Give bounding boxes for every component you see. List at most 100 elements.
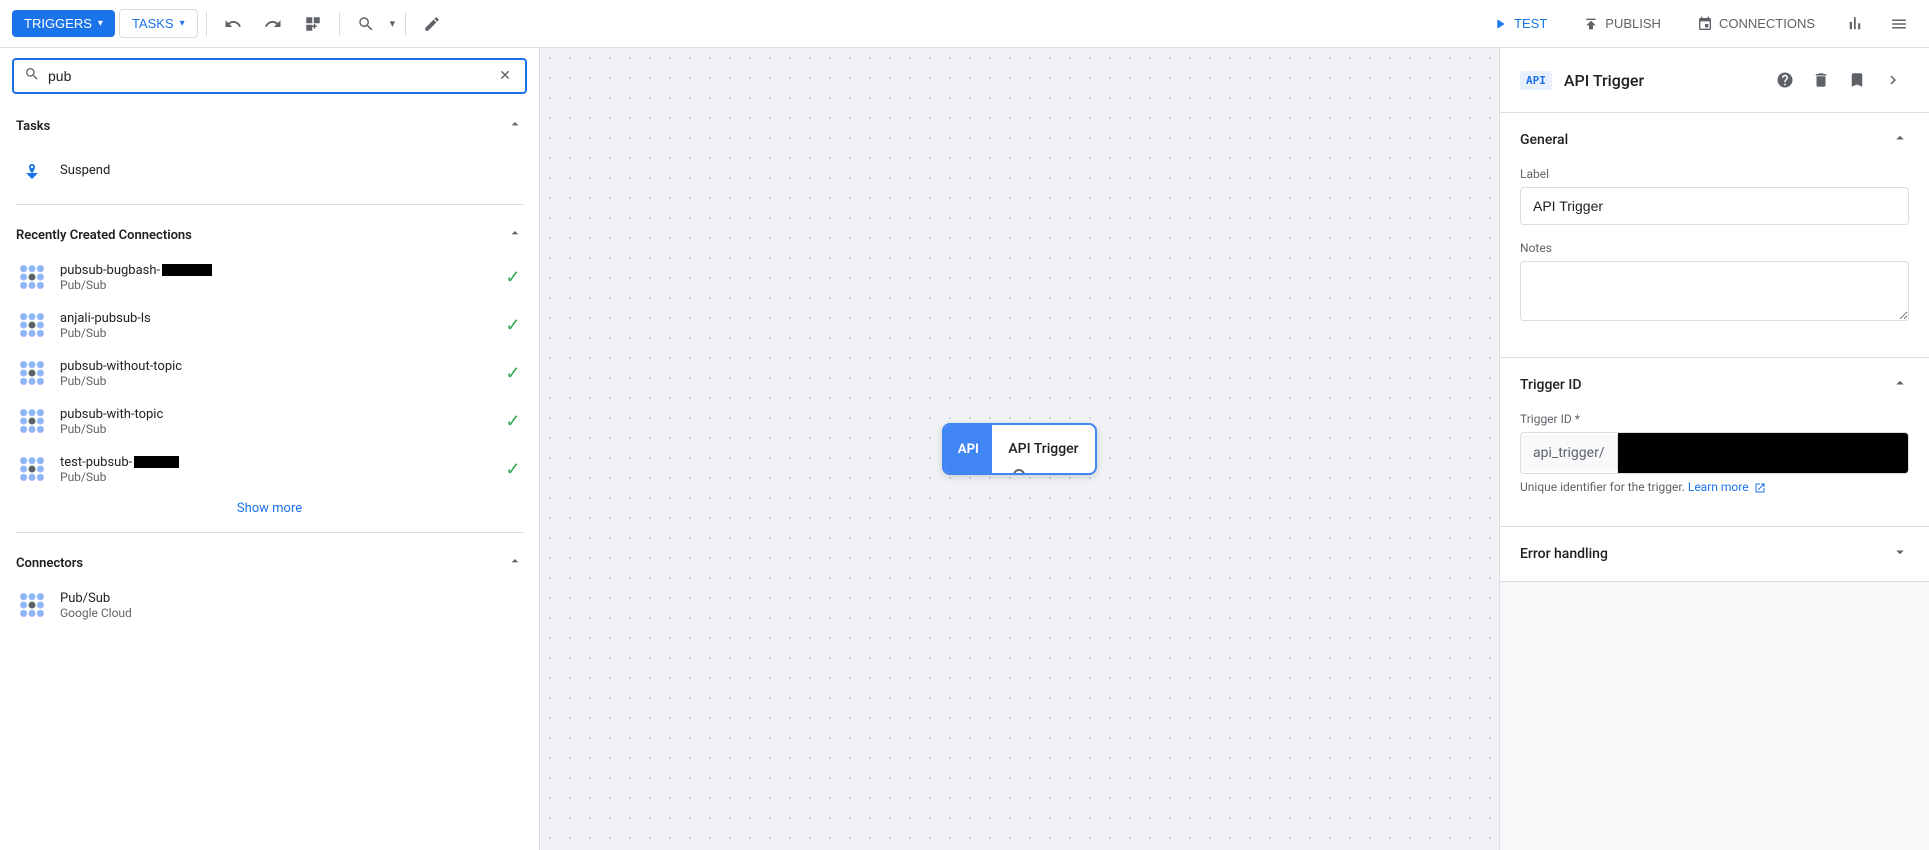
tasks-section-title: Tasks bbox=[16, 119, 50, 134]
canvas-area[interactable]: API API Trigger bbox=[540, 48, 1499, 850]
search-box-wrapper: ✕ bbox=[0, 48, 539, 104]
trigger-id-section: Trigger ID Trigger ID * api_trigger/ Uni… bbox=[1500, 358, 1929, 527]
connector-subtitle-pubsub: Google Cloud bbox=[60, 606, 523, 620]
right-panel: API API Trigger General bbox=[1499, 48, 1929, 850]
conn-type-4: Pub/Sub bbox=[60, 470, 491, 484]
trigger-id-section-toggle[interactable]: Trigger ID bbox=[1500, 358, 1929, 412]
pen-button[interactable] bbox=[414, 6, 450, 42]
trigger-id-field-label: Trigger ID * bbox=[1520, 412, 1909, 426]
api-trigger-node[interactable]: API API Trigger bbox=[942, 423, 1096, 475]
right-panel-header: API API Trigger bbox=[1500, 48, 1929, 113]
learn-more-link[interactable]: Learn more bbox=[1688, 480, 1749, 494]
toolbar-divider-2 bbox=[339, 12, 340, 36]
label-field-group: Label bbox=[1520, 167, 1909, 225]
tasks-button[interactable]: TASKS ▾ bbox=[119, 9, 198, 38]
suspend-icon bbox=[16, 154, 48, 186]
zoom-chevron-icon: ▾ bbox=[390, 17, 396, 30]
pubsub-icon-0 bbox=[16, 261, 48, 293]
conn-status-2: ✓ bbox=[503, 363, 523, 383]
right-toolbar: TEST PUBLISH CONNECTIONS bbox=[1478, 6, 1917, 42]
tasks-divider bbox=[16, 204, 523, 205]
toolbar-divider-1 bbox=[206, 12, 207, 36]
search-input[interactable] bbox=[48, 68, 487, 84]
undo-button[interactable] bbox=[215, 6, 251, 42]
clear-search-icon[interactable]: ✕ bbox=[495, 66, 515, 86]
connection-item-3[interactable]: pubsub-with-topic Pub/Sub ✓ bbox=[0, 397, 539, 445]
pubsub-icon-1 bbox=[16, 309, 48, 341]
triggers-label: TRIGGERS bbox=[24, 16, 92, 31]
test-label: TEST bbox=[1514, 16, 1547, 31]
recently-created-collapse-icon bbox=[507, 225, 523, 245]
conn-type-1: Pub/Sub bbox=[60, 326, 491, 340]
general-section-content: Label Notes bbox=[1500, 167, 1929, 357]
connection-item-4[interactable]: test-pubsub- Pub/Sub ✓ bbox=[0, 445, 539, 493]
conn-info-1: anjali-pubsub-ls Pub/Sub bbox=[60, 311, 491, 340]
triggers-chevron-icon: ▾ bbox=[98, 18, 103, 29]
tasks-chevron-icon: ▾ bbox=[180, 18, 185, 29]
toolbar: TRIGGERS ▾ TASKS ▾ ▾ TEST PUBLISH C bbox=[0, 0, 1929, 48]
left-panel: ✕ Tasks Suspend Recently Created Connect… bbox=[0, 48, 540, 850]
conn-name-4: test-pubsub- bbox=[60, 455, 491, 470]
help-icon[interactable] bbox=[1769, 64, 1801, 96]
conn-status-1: ✓ bbox=[503, 315, 523, 335]
conn-status-0: ✓ bbox=[503, 267, 523, 287]
pubsub-icon-2 bbox=[16, 357, 48, 389]
tasks-section-header[interactable]: Tasks bbox=[0, 104, 539, 144]
more-options-button[interactable] bbox=[1881, 6, 1917, 42]
trigger-id-section-title: Trigger ID bbox=[1520, 377, 1581, 393]
pubsub-icon-4 bbox=[16, 453, 48, 485]
trigger-id-value[interactable] bbox=[1618, 433, 1908, 473]
notes-field-textarea[interactable] bbox=[1520, 261, 1909, 321]
node-icon-area: API bbox=[944, 425, 992, 473]
expand-icon[interactable] bbox=[1877, 64, 1909, 96]
conn-name-1: anjali-pubsub-ls bbox=[60, 311, 491, 326]
conn-info-3: pubsub-with-topic Pub/Sub bbox=[60, 407, 491, 436]
general-section-title: General bbox=[1520, 132, 1568, 148]
tasks-label: TASKS bbox=[132, 16, 174, 31]
connectors-collapse-icon bbox=[507, 553, 523, 573]
recently-created-title: Recently Created Connections bbox=[16, 228, 192, 243]
recently-created-divider bbox=[16, 532, 523, 533]
notes-field-label: Notes bbox=[1520, 241, 1909, 255]
recently-created-section-header[interactable]: Recently Created Connections bbox=[0, 213, 539, 253]
trigger-id-hint: Unique identifier for the trigger. Learn… bbox=[1520, 480, 1909, 494]
layout-button[interactable] bbox=[295, 6, 331, 42]
label-field-input[interactable] bbox=[1520, 187, 1909, 225]
general-section-toggle[interactable]: General bbox=[1500, 113, 1929, 167]
label-field-label: Label bbox=[1520, 167, 1909, 181]
connection-item-0[interactable]: pubsub-bugbash- Pub/Sub ✓ bbox=[0, 253, 539, 301]
trigger-id-collapse-icon bbox=[1891, 374, 1909, 396]
conn-status-4: ✓ bbox=[503, 459, 523, 479]
conn-status-3: ✓ bbox=[503, 411, 523, 431]
connectors-section-title: Connectors bbox=[16, 556, 83, 571]
triggers-button[interactable]: TRIGGERS ▾ bbox=[12, 10, 115, 37]
connections-button[interactable]: CONNECTIONS bbox=[1683, 10, 1829, 38]
publish-button[interactable]: PUBLISH bbox=[1569, 10, 1675, 38]
error-handling-section-toggle[interactable]: Error handling bbox=[1500, 527, 1929, 581]
connector-info-pubsub: Pub/Sub Google Cloud bbox=[60, 591, 523, 620]
chart-button[interactable] bbox=[1837, 6, 1873, 42]
general-section: General Label Notes bbox=[1500, 113, 1929, 358]
zoom-button[interactable] bbox=[348, 6, 384, 42]
connector-item-pubsub[interactable]: Pub/Sub Google Cloud bbox=[0, 581, 539, 629]
connector-name-pubsub: Pub/Sub bbox=[60, 591, 523, 606]
connection-item-1[interactable]: anjali-pubsub-ls Pub/Sub ✓ bbox=[0, 301, 539, 349]
publish-label: PUBLISH bbox=[1605, 16, 1661, 31]
api-badge: API bbox=[1520, 71, 1552, 90]
show-more-link[interactable]: Show more bbox=[237, 501, 302, 516]
connection-item-2[interactable]: pubsub-without-topic Pub/Sub ✓ bbox=[0, 349, 539, 397]
conn-type-0: Pub/Sub bbox=[60, 278, 491, 292]
bookmark-icon[interactable] bbox=[1841, 64, 1873, 96]
error-handling-section-title: Error handling bbox=[1520, 546, 1608, 562]
suspend-task-item[interactable]: Suspend bbox=[0, 144, 539, 196]
connector-pubsub-icon bbox=[16, 589, 48, 621]
panel-title: API Trigger bbox=[1564, 71, 1757, 90]
conn-name-3: pubsub-with-topic bbox=[60, 407, 491, 422]
test-button[interactable]: TEST bbox=[1478, 10, 1561, 38]
conn-info-4: test-pubsub- Pub/Sub bbox=[60, 455, 491, 484]
redo-button[interactable] bbox=[255, 6, 291, 42]
connectors-section-header[interactable]: Connectors bbox=[0, 541, 539, 581]
node-label: API Trigger bbox=[992, 441, 1094, 457]
delete-icon[interactable] bbox=[1805, 64, 1837, 96]
pubsub-icon-3 bbox=[16, 405, 48, 437]
